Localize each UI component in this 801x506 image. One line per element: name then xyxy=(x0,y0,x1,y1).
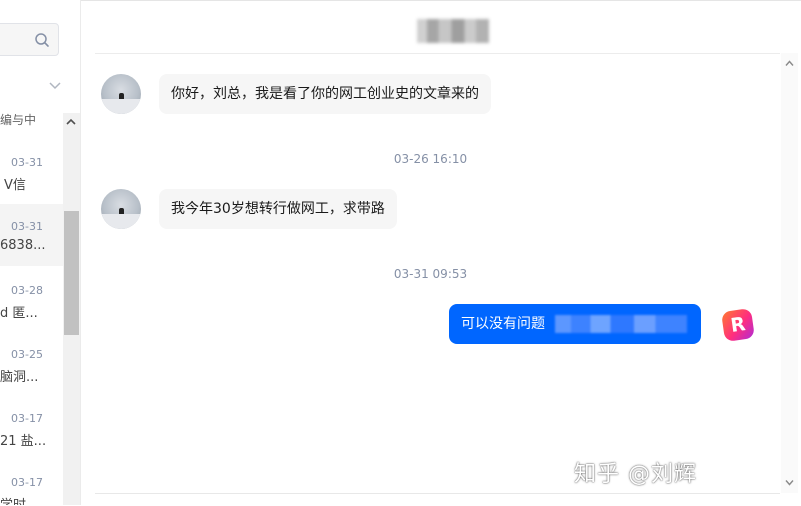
chat-panel: 你好，刘总，我是看了你的网工创业史的文章来的 03-26 16:10 我今年30… xyxy=(81,0,801,506)
chevron-down-icon[interactable] xyxy=(785,479,794,486)
conversation-date: 03-17 xyxy=(11,476,43,489)
avatar-image-figure xyxy=(119,93,124,99)
message-bubble-self: 可以没有问题 xyxy=(449,304,701,344)
search-icon[interactable] xyxy=(34,32,50,48)
chat-scrollbar[interactable] xyxy=(781,53,798,493)
avatar-image-ground xyxy=(101,214,141,229)
search-input[interactable] xyxy=(0,23,59,56)
avatar[interactable] xyxy=(101,74,141,114)
self-avatar[interactable]: R xyxy=(719,305,759,345)
chevron-up-icon[interactable] xyxy=(66,118,76,126)
chat-header xyxy=(95,1,780,54)
message-timestamp: 03-31 09:53 xyxy=(393,267,468,281)
message-timestamp: 03-26 16:10 xyxy=(393,152,468,166)
brand-logo-icon: R xyxy=(721,308,755,342)
conversation-snippet: V信 xyxy=(4,178,26,193)
logo-letter: R xyxy=(729,313,747,337)
conversation-item[interactable]: 03-31 V信 xyxy=(0,140,63,202)
conversation-snippet: 学时 xyxy=(0,494,26,505)
conversation-date: 03-17 xyxy=(11,412,43,425)
conversation-date: 03-31 xyxy=(11,220,43,233)
scrollbar-thumb[interactable] xyxy=(64,211,79,335)
conversation-snippet: 脑洞... xyxy=(0,370,39,385)
avatar-image-figure xyxy=(119,208,124,214)
redacted-text xyxy=(555,315,687,333)
conversation-sidebar: 编与中 03-31 V信 03-31 6838... 03-28 d 匿... … xyxy=(0,0,81,505)
conversation-item[interactable]: 03-31 6838... xyxy=(0,204,63,266)
message-bubble: 我今年30岁想转行做网工，求带路 xyxy=(159,189,397,229)
conversation-snippet: 21 盐... xyxy=(0,434,47,449)
message-text: 可以没有问题 xyxy=(461,316,545,332)
message-bubble: 你好，刘总，我是看了你的网工创业史的文章来的 xyxy=(159,74,491,114)
sidebar-scrollbar[interactable] xyxy=(63,113,80,505)
avatar[interactable] xyxy=(101,189,141,229)
avatar-image-ground xyxy=(101,99,141,114)
conversation-item[interactable]: 03-25 脑洞... xyxy=(0,332,63,394)
redacted-title xyxy=(417,19,489,43)
conversation-item[interactable]: 03-17 学时 xyxy=(0,460,63,505)
conversation-date: 03-31 xyxy=(11,156,43,169)
chevron-up-icon[interactable] xyxy=(785,60,794,67)
conversation-snippet: 6838... xyxy=(0,238,46,253)
conversation-snippet: d 匿... xyxy=(0,306,38,321)
conversation-item[interactable]: 03-28 d 匿... xyxy=(0,268,63,330)
chevron-down-icon[interactable] xyxy=(48,80,62,92)
composer-divider xyxy=(95,493,780,494)
conversation-date: 03-25 xyxy=(11,348,43,361)
watermark: 知乎 @刘辉 xyxy=(574,462,697,487)
conversation-date: 03-28 xyxy=(11,284,43,297)
conversation-item[interactable]: 03-17 21 盐... xyxy=(0,396,63,458)
conversation-snippet-partial: 编与中 xyxy=(0,113,37,127)
